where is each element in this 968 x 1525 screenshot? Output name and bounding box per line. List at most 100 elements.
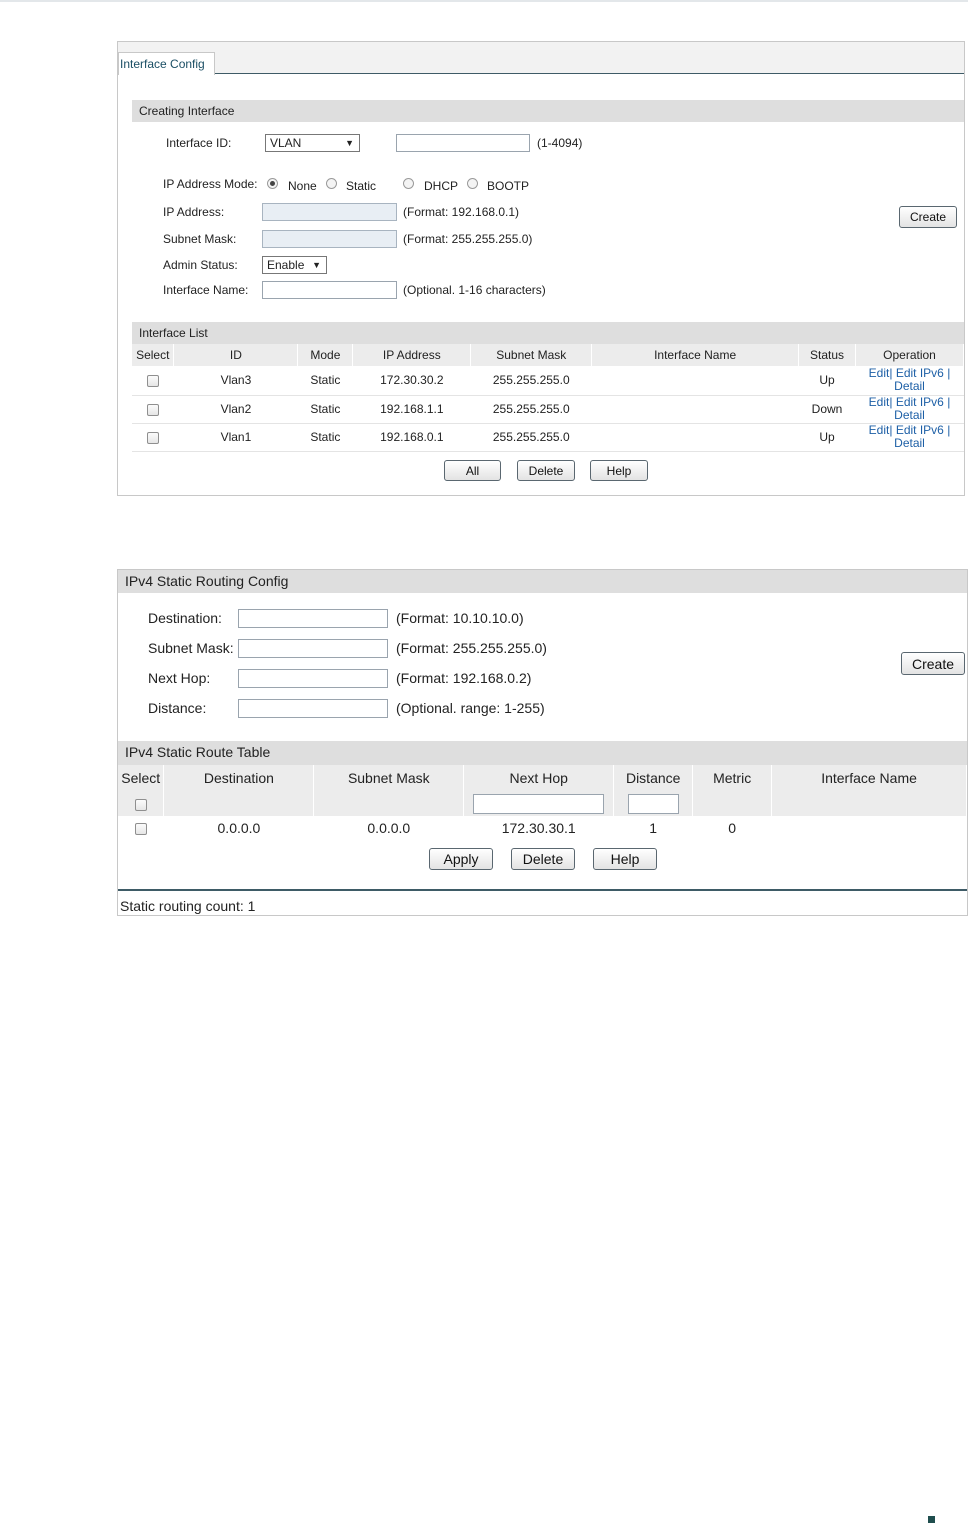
radio-static[interactable]: [326, 178, 337, 189]
tab-interface-config[interactable]: Interface Config: [118, 52, 215, 75]
cell-id: Vlan3: [173, 366, 298, 396]
vlan-id-input[interactable]: [396, 134, 530, 152]
col-ip-address: IP Address: [352, 344, 472, 366]
create-route-button[interactable]: Create: [901, 652, 965, 675]
row-checkbox[interactable]: [146, 431, 159, 444]
interface-id-select[interactable]: VLAN ▼: [265, 134, 360, 152]
cell-distance: 1: [649, 820, 658, 836]
page-marker: [928, 1516, 935, 1523]
col-interface-name: Interface Name: [771, 765, 967, 791]
cell-mask: 255.255.255.0: [470, 395, 592, 424]
next-hop-input[interactable]: [238, 669, 388, 688]
distance-hint: (Optional. range: 1-255): [396, 700, 545, 716]
destination-input[interactable]: [238, 609, 388, 628]
ip-address-hint: (Format: 192.168.0.1): [403, 205, 520, 219]
edit-link[interactable]: Edit: [869, 423, 890, 437]
next-hop-filter-input[interactable]: [473, 793, 605, 814]
table-row: Vlan1 Static 192.168.0.1 255.255.255.0 U…: [132, 423, 964, 452]
help-route-button[interactable]: Help: [593, 848, 657, 870]
destination-label: Destination:: [148, 610, 222, 626]
help-button[interactable]: Help: [590, 460, 648, 481]
subnet-mask-input[interactable]: [238, 639, 388, 658]
radio-bootp-label: BOOTP: [487, 179, 530, 193]
cell-ip: 172.30.30.2: [352, 366, 471, 396]
admin-status-value: Enable: [267, 258, 305, 272]
route-table: Select Destination Subnet Mask Next Hop …: [118, 765, 967, 840]
all-button[interactable]: All: [444, 460, 501, 481]
col-distance: Distance: [613, 765, 694, 791]
cell-status: Up: [798, 423, 856, 452]
cell-metric: 0: [728, 820, 737, 836]
apply-button[interactable]: Apply: [429, 848, 493, 870]
col-metric: Metric: [692, 765, 773, 791]
link-separator: |: [889, 395, 893, 409]
next-hop-hint: (Format: 192.168.0.2): [396, 670, 532, 686]
col-status: Status: [798, 344, 856, 366]
radio-none-label: None: [288, 179, 317, 193]
row-checkbox[interactable]: [146, 403, 159, 416]
edit-ipv6-link[interactable]: Edit IPv6: [896, 395, 944, 409]
radio-bootp[interactable]: [467, 178, 478, 189]
chevron-down-icon: ▼: [312, 260, 321, 270]
col-next-hop: Next Hop: [463, 765, 615, 791]
delete-route-button[interactable]: Delete: [511, 848, 575, 870]
tab-bar: Interface Config: [118, 42, 964, 75]
subnet-mask-hint: (Format: 255.255.255.0): [403, 232, 533, 246]
distance-input[interactable]: [238, 699, 388, 718]
cell-destination: 0.0.0.0: [217, 820, 261, 836]
col-mode: Mode: [297, 344, 354, 366]
subnet-mask-label: Subnet Mask:: [148, 640, 234, 656]
static-routing-count: Static routing count: 1: [120, 898, 256, 914]
cell-mask: 0.0.0.0: [367, 820, 411, 836]
cell-operation: Edit| Edit IPv6 | Detail: [855, 366, 964, 396]
cell-next-hop: 172.30.30.1: [501, 820, 576, 836]
edit-ipv6-link[interactable]: Edit IPv6: [896, 366, 944, 380]
cell-ip: 192.168.0.1: [352, 423, 471, 452]
create-interface-button[interactable]: Create: [899, 206, 957, 228]
cell-id: Vlan1: [173, 423, 298, 452]
cell-interface-name: [772, 816, 967, 840]
row-checkbox[interactable]: [134, 823, 147, 836]
cell-mode: Static: [297, 366, 353, 396]
chevron-down-icon: ▼: [345, 138, 354, 148]
col-id: ID: [173, 344, 299, 366]
delete-button[interactable]: Delete: [517, 460, 575, 481]
cell-status: Up: [798, 366, 856, 396]
route-table-header: IPv4 Static Route Table: [118, 741, 967, 765]
edit-ipv6-link[interactable]: Edit IPv6: [896, 423, 944, 437]
link-separator: |: [947, 366, 951, 381]
table-header-row: Select ID Mode IP Address Subnet Mask In…: [132, 344, 964, 366]
distance-filter-input[interactable]: [627, 793, 679, 814]
col-destination: Destination: [163, 765, 315, 791]
interface-id-select-value: VLAN: [270, 136, 302, 150]
cell-mask: 255.255.255.0: [470, 366, 592, 396]
next-hop-label: Next Hop:: [148, 670, 211, 686]
col-subnet-mask: Subnet Mask: [313, 765, 465, 791]
interface-id-label: Interface ID:: [166, 136, 232, 150]
interface-list-header: Interface List: [132, 322, 964, 344]
select-all-checkbox[interactable]: [134, 798, 147, 811]
row-checkbox[interactable]: [146, 375, 159, 388]
filter-row: [118, 791, 967, 816]
cell-mode: Static: [297, 395, 353, 424]
footer-divider: [118, 889, 967, 891]
radio-dhcp-label: DHCP: [424, 179, 459, 193]
radio-dhcp[interactable]: [403, 178, 414, 189]
admin-status-select[interactable]: Enable ▼: [262, 256, 327, 274]
interface-name-input[interactable]: [262, 281, 397, 299]
detail-link[interactable]: Detail: [894, 408, 925, 422]
edit-link[interactable]: Edit: [869, 395, 890, 409]
radio-none[interactable]: [267, 178, 278, 189]
interface-list-table: Select ID Mode IP Address Subnet Mask In…: [132, 344, 964, 452]
interface-name-label: Interface Name:: [163, 283, 249, 297]
detail-link[interactable]: Detail: [894, 436, 925, 450]
col-interface-name: Interface Name: [591, 344, 800, 366]
link-separator: |: [889, 423, 893, 437]
cell-id: Vlan2: [173, 395, 298, 424]
subnet-mask-input[interactable]: [262, 230, 397, 248]
detail-link[interactable]: Detail: [894, 379, 925, 393]
edit-link[interactable]: Edit: [869, 366, 890, 380]
ip-address-input[interactable]: [262, 203, 397, 221]
destination-hint: (Format: 10.10.10.0): [396, 610, 524, 626]
col-select: Select: [118, 765, 165, 791]
